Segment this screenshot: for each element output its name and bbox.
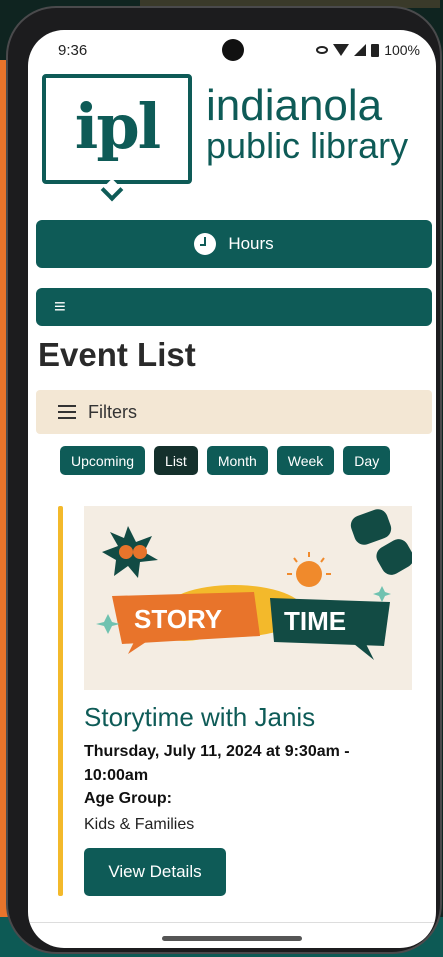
event-title[interactable]: Storytime with Janis [84,702,315,733]
battery-level: 100% [384,42,420,58]
tab-upcoming[interactable]: Upcoming [60,446,146,475]
camera-cutout [222,39,244,61]
logo-line-1: indianola [206,81,383,130]
tab-week[interactable]: Week [276,446,335,475]
time-text: TIME [284,606,346,636]
age-group-value: Kids & Families [84,816,195,833]
signal-icon [354,44,367,56]
filter-list-icon [58,405,76,419]
filters-label: Filters [88,401,137,422]
logo-mark-text: ipl [74,89,161,163]
hamburger-icon: ≡ [54,295,66,318]
wifi-icon [333,44,350,56]
nav-divider [28,922,436,923]
view-tabs: Upcoming List Month Week Day [60,446,391,475]
storytime-illustration: STORY TIME [96,509,412,660]
menu-button[interactable]: ≡ [36,288,432,326]
eye-icon [316,46,329,54]
event-accent-bar [58,506,63,896]
clock-icon [194,233,217,255]
hours-button[interactable]: Hours [36,220,432,268]
event-date: Thursday, July 11, 2024 at 9:30am - 10:0… [84,743,350,784]
home-indicator[interactable] [162,936,302,941]
logo-line-2: public library [206,125,409,166]
battery-icon [371,43,380,57]
age-group-label: Age Group: [84,790,172,807]
logo-wordmark: indianola public library [206,84,408,164]
event-image[interactable]: STORY TIME [84,506,412,690]
page-title: Event List [38,336,196,373]
status-icons: 100% [316,42,420,58]
logo-mark-box: ipl [42,74,192,184]
status-bar: 9:36 100% [28,30,436,70]
status-time: 9:36 [58,41,88,59]
phone-frame: 9:36 100% ipl indianola public library H… [6,6,442,954]
hours-label: Hours [228,234,274,253]
tab-list[interactable]: List [154,446,198,475]
story-text: STORY [134,604,222,634]
tab-month[interactable]: Month [206,446,268,475]
logo-book-gap [104,70,126,74]
filters-toggle[interactable]: Filters [36,390,432,434]
view-details-button[interactable]: View Details [84,848,226,896]
phone-screen: 9:36 100% ipl indianola public library H… [28,30,436,948]
tab-day[interactable]: Day [343,446,391,475]
library-logo[interactable]: ipl indianola public library [42,70,432,204]
